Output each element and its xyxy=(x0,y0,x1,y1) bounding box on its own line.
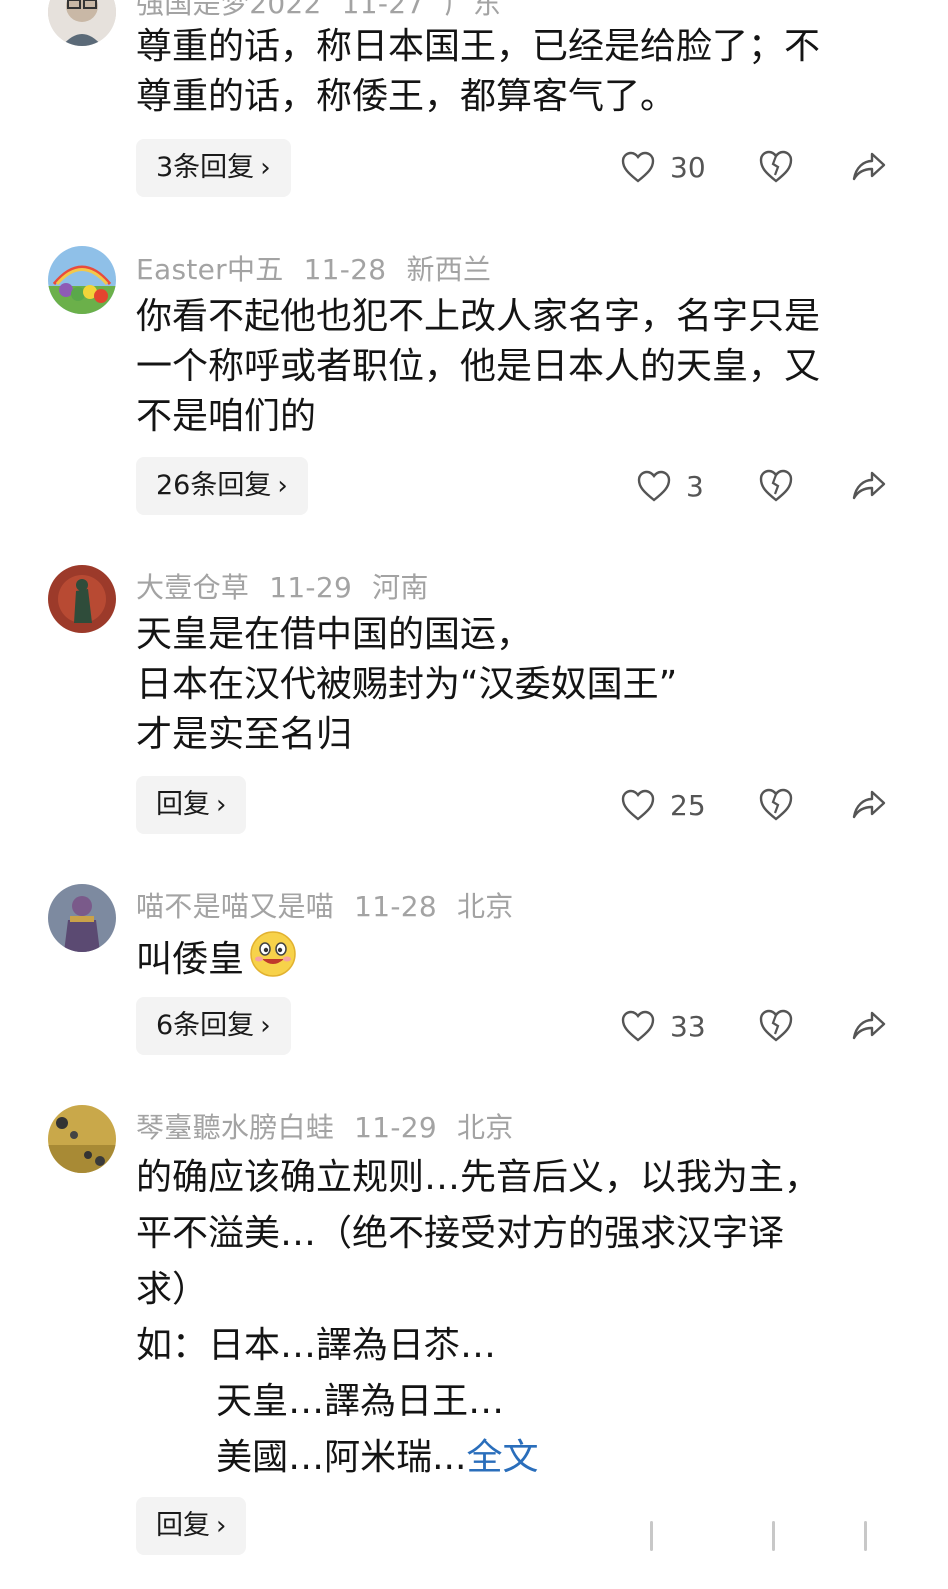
avatar[interactable] xyxy=(48,246,116,314)
like-button[interactable]: 30 xyxy=(620,147,706,187)
reply-label: 回复 xyxy=(156,789,210,820)
comment-text: 的确应该确立规则…先音后义，以我为主， 平不溢美…（绝不接受对方的强求汉字译 求… xyxy=(136,1150,896,1486)
share-icon xyxy=(852,152,886,181)
share-button[interactable] xyxy=(848,785,888,825)
comment-text: 天皇是在借中国的国运， 日本在汉代被赐封为“汉委奴国王” 才是实至名归 xyxy=(136,614,678,755)
reply-label: 3条回复 xyxy=(156,152,255,183)
comment-text-content: 的确应该确立规则…先音后义，以我为主， 平不溢美…（绝不接受对方的强求汉字译 求… xyxy=(136,1157,821,1478)
reply-label: 6条回复 xyxy=(156,1010,255,1041)
username[interactable]: 大壹仓草 xyxy=(136,571,249,604)
heart-icon xyxy=(621,1010,655,1042)
dislike-button[interactable] xyxy=(756,1006,796,1046)
comment-text: 叫倭皇 xyxy=(136,929,896,993)
share-icon xyxy=(852,790,886,819)
comment-date: 11-28 xyxy=(354,890,437,923)
like-button[interactable]: 3 xyxy=(636,466,704,506)
comment-location: 广东 xyxy=(444,0,502,20)
dislike-button[interactable] xyxy=(756,466,796,506)
username[interactable]: Easter中五 xyxy=(136,253,284,286)
dislike-button[interactable] xyxy=(756,785,796,825)
comment-meta: 强国是梦2022 11-27 广东 xyxy=(136,0,521,22)
comment-text: 尊重的话，称日本国王，已经是给脸了；不 尊重的话，称倭王，都算客气了。 xyxy=(136,26,821,117)
avatar[interactable] xyxy=(48,0,116,46)
chevron-right-icon: › xyxy=(277,471,288,501)
comment-text: 你看不起他也犯不上改人家名字，名字只是 一个称呼或者职位，他是日本人的天皇，又 … xyxy=(136,296,821,437)
heart-icon xyxy=(621,151,655,183)
comment-date: 11-27 xyxy=(341,0,425,20)
chevron-right-icon: › xyxy=(260,1011,271,1041)
like-count: 25 xyxy=(670,788,706,822)
broken-heart-icon xyxy=(759,150,793,183)
share-icon xyxy=(852,1011,886,1040)
username[interactable]: 喵不是喵又是喵 xyxy=(136,890,334,923)
comment-meta: 喵不是喵又是喵 11-28 北京 xyxy=(136,885,534,925)
share-button[interactable] xyxy=(848,147,888,187)
share-button[interactable] xyxy=(848,1006,888,1046)
chevron-right-icon: › xyxy=(216,1511,227,1541)
comment-location: 北京 xyxy=(456,1111,514,1144)
view-replies-button[interactable]: 6条回复 › xyxy=(136,997,291,1055)
grin-emoji-icon xyxy=(248,929,298,993)
comment-date: 11-28 xyxy=(303,253,387,286)
comment-meta: Easter中五 11-28 新西兰 xyxy=(136,248,511,288)
view-replies-button[interactable]: 3条回复 › xyxy=(136,139,291,197)
like-button[interactable]: 33 xyxy=(620,1006,706,1046)
comment-meta: 大壹仓草 11-29 河南 xyxy=(136,566,449,606)
heart-icon xyxy=(621,789,655,821)
avatar[interactable] xyxy=(48,884,116,952)
broken-heart-icon xyxy=(759,1009,793,1042)
view-replies-button[interactable]: 26条回复 › xyxy=(136,457,308,515)
share-button[interactable] xyxy=(848,466,888,506)
share-icon xyxy=(852,471,886,500)
like-count: 30 xyxy=(670,150,706,184)
broken-heart-icon xyxy=(759,788,793,821)
like-count: 33 xyxy=(670,1009,706,1043)
comment-location: 北京 xyxy=(456,890,514,923)
reply-button[interactable]: 回复 › xyxy=(136,776,247,834)
like-button[interactable]: 25 xyxy=(620,785,706,825)
chevron-right-icon: › xyxy=(260,153,271,183)
heart-icon xyxy=(637,470,671,502)
username[interactable]: 琴臺聽水膀白蛙 xyxy=(136,1111,334,1144)
like-count: 3 xyxy=(686,469,704,503)
username[interactable]: 强国是梦2022 xyxy=(136,0,322,20)
reply-button[interactable]: 回复 › xyxy=(136,1497,247,1555)
scroll-indicator xyxy=(650,1521,910,1551)
full-text-link[interactable]: 全文 xyxy=(466,1437,538,1478)
reply-label: 26条回复 xyxy=(156,470,272,501)
dislike-button[interactable] xyxy=(756,147,796,187)
chevron-right-icon: › xyxy=(216,790,227,820)
broken-heart-icon xyxy=(759,469,793,502)
comment-meta: 琴臺聽水膀白蛙 11-29 北京 xyxy=(136,1106,534,1146)
comment-date: 11-29 xyxy=(354,1111,437,1144)
comment-location: 新西兰 xyxy=(406,253,492,286)
avatar[interactable] xyxy=(48,565,116,633)
comment-text-content: 叫倭皇 xyxy=(136,939,245,980)
comment-location: 河南 xyxy=(372,571,429,604)
comment-date: 11-29 xyxy=(269,571,353,604)
avatar[interactable] xyxy=(48,1105,116,1173)
reply-label: 回复 xyxy=(156,1510,210,1541)
